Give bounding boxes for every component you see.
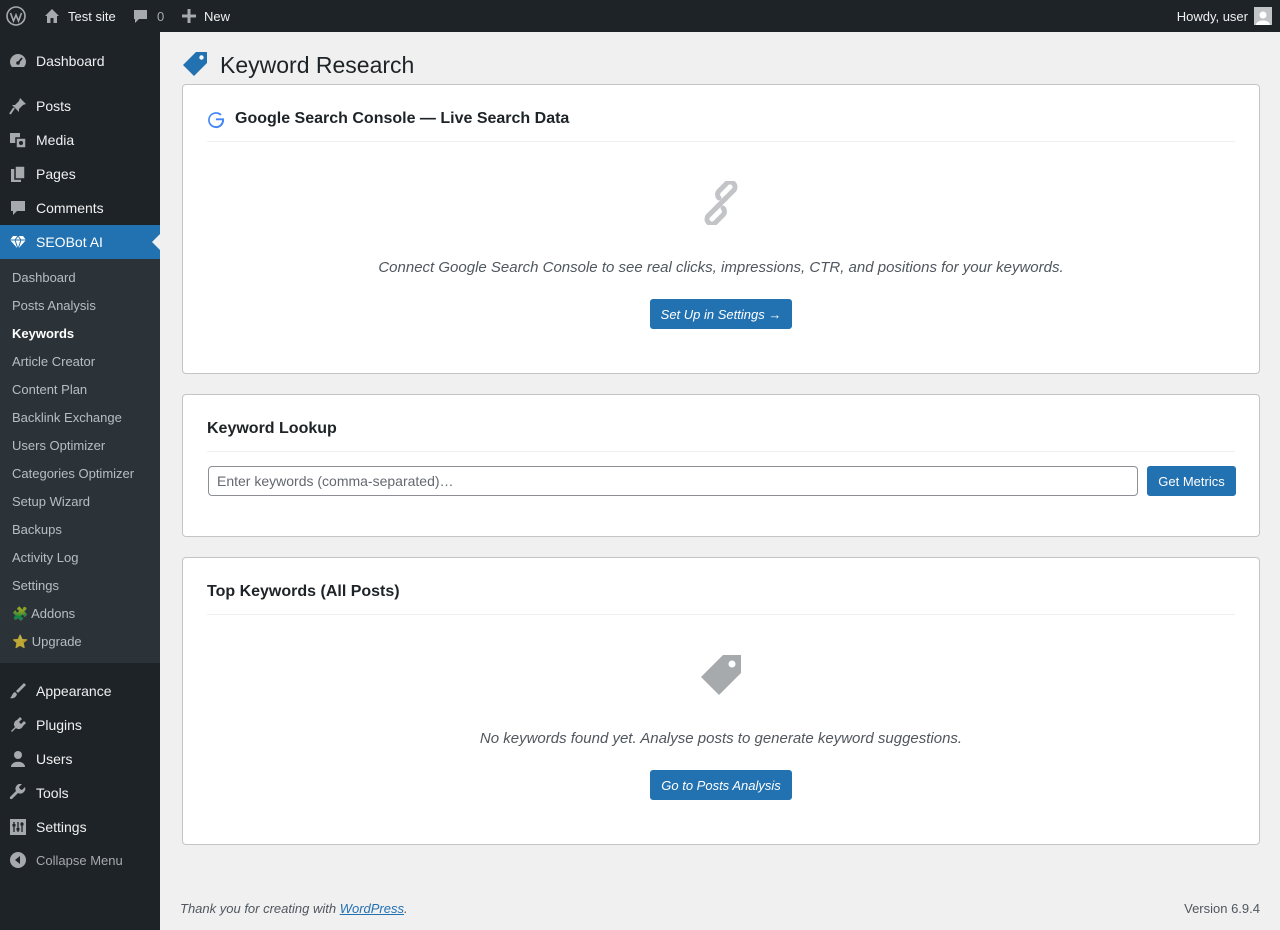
new-content-link[interactable]: New (182, 0, 230, 32)
menu-pages[interactable]: Pages (0, 157, 160, 191)
top-keywords-header: Top Keywords (All Posts) (207, 582, 1235, 615)
site-name-link[interactable]: Test site (44, 0, 116, 32)
comment-icon (8, 198, 28, 218)
gsc-card-title: Google Search Console — Live Search Data (235, 110, 570, 127)
comments-link[interactable]: 0 (133, 0, 164, 32)
gsc-empty-message: Connect Google Search Console to see rea… (378, 259, 1064, 276)
submenu-setup-wizard[interactable]: Setup Wizard (12, 493, 90, 511)
page-header: Keyword Research (182, 50, 414, 80)
comment-bubble-icon (134, 9, 147, 23)
wrench-icon (8, 783, 28, 803)
submenu-keywords[interactable]: Keywords (12, 325, 74, 343)
tag-empty-icon (699, 653, 743, 700)
menu-plugins[interactable]: Plugins (0, 708, 160, 742)
go-to-posts-analysis-button[interactable]: Go to Posts Analysis (650, 770, 792, 800)
seobot-submenu: Dashboard Posts Analysis Keywords Articl… (0, 259, 160, 663)
keyword-lookup-header: Keyword Lookup (207, 419, 1235, 452)
top-keywords-empty-message: No keywords found yet. Analyse posts to … (479, 730, 963, 747)
keyword-lookup-title: Keyword Lookup (207, 420, 337, 437)
home-icon (45, 9, 59, 23)
submenu-dashboard[interactable]: Dashboard (12, 269, 76, 287)
pushpin-icon (8, 96, 28, 116)
pages-icon (8, 164, 28, 184)
keyword-input[interactable] (208, 466, 1138, 496)
collapse-arrow-icon (8, 850, 28, 870)
diamond-icon (8, 232, 28, 252)
setup-in-settings-button[interactable]: Set Up in Settings → (650, 299, 792, 329)
howdy-text: Howdy, user (1176, 8, 1248, 24)
footer-version: Version 6.9.4 (1184, 901, 1260, 916)
submenu-settings[interactable]: Settings (12, 577, 59, 595)
top-keywords-title: Top Keywords (All Posts) (207, 583, 400, 600)
settings-icon (8, 817, 28, 837)
page-title: Keyword Research (220, 51, 415, 78)
submenu-backups[interactable]: Backups (12, 521, 62, 539)
menu-users[interactable]: Users (0, 742, 160, 776)
menu-tools[interactable]: Tools (0, 776, 160, 810)
menu-media[interactable]: Media (0, 123, 160, 157)
submenu-posts-analysis[interactable]: Posts Analysis (12, 297, 96, 315)
submenu-upgrade[interactable]: ⭐ Upgrade (12, 633, 82, 651)
plugin-icon (8, 715, 28, 735)
submenu-content-plan[interactable]: Content Plan (12, 381, 87, 399)
collapse-menu-button[interactable]: Collapse Menu (0, 843, 160, 877)
account-menu[interactable]: Howdy, user (1177, 0, 1272, 32)
footer-thanks: Thank you for creating with WordPress. (180, 901, 408, 916)
submenu-categories-optimizer[interactable]: Categories Optimizer (12, 465, 134, 483)
menu-seobot-ai[interactable]: SEOBot AI (0, 225, 160, 259)
avatar (1254, 7, 1272, 25)
wordpress-link[interactable]: WordPress (340, 901, 404, 916)
submenu-addons[interactable]: 🧩 Addons (12, 605, 75, 623)
brush-icon (8, 681, 28, 701)
user-icon (8, 749, 28, 769)
menu-dashboard[interactable]: Dashboard (0, 44, 160, 78)
wordpress-logo-icon[interactable] (6, 0, 28, 32)
gsc-card: Google Search Console — Live Search Data… (182, 84, 1260, 374)
gsc-card-header: Google Search Console — Live Search Data (207, 109, 1235, 142)
menu-settings[interactable]: Settings (0, 810, 160, 844)
keyword-lookup-card: Keyword Lookup Get Metrics (182, 394, 1260, 537)
dashboard-icon (8, 51, 28, 71)
submenu-users-optimizer[interactable]: Users Optimizer (12, 437, 105, 455)
new-label: New (204, 8, 231, 24)
submenu-backlink-exchange[interactable]: Backlink Exchange (12, 409, 122, 427)
media-icon (8, 130, 28, 150)
menu-appearance[interactable]: Appearance (0, 674, 160, 708)
top-keywords-card: Top Keywords (All Posts) No keywords fou… (182, 557, 1260, 845)
plus-icon (182, 9, 196, 23)
site-name: Test site (68, 8, 116, 24)
get-metrics-button[interactable]: Get Metrics (1147, 466, 1236, 496)
menu-comments[interactable]: Comments (0, 191, 160, 225)
comments-count: 0 (157, 8, 165, 24)
admin-bar: Test site 0 New Howdy, user (0, 0, 1280, 32)
submenu-activity-log[interactable]: Activity Log (12, 549, 78, 567)
tag-icon (182, 51, 208, 80)
google-g-icon (207, 109, 225, 132)
link-icon (699, 179, 743, 228)
submenu-article-creator[interactable]: Article Creator (12, 353, 95, 371)
menu-posts[interactable]: Posts (0, 89, 160, 123)
admin-sidebar: Dashboard Posts Media Pages Comments SEO… (0, 32, 160, 930)
